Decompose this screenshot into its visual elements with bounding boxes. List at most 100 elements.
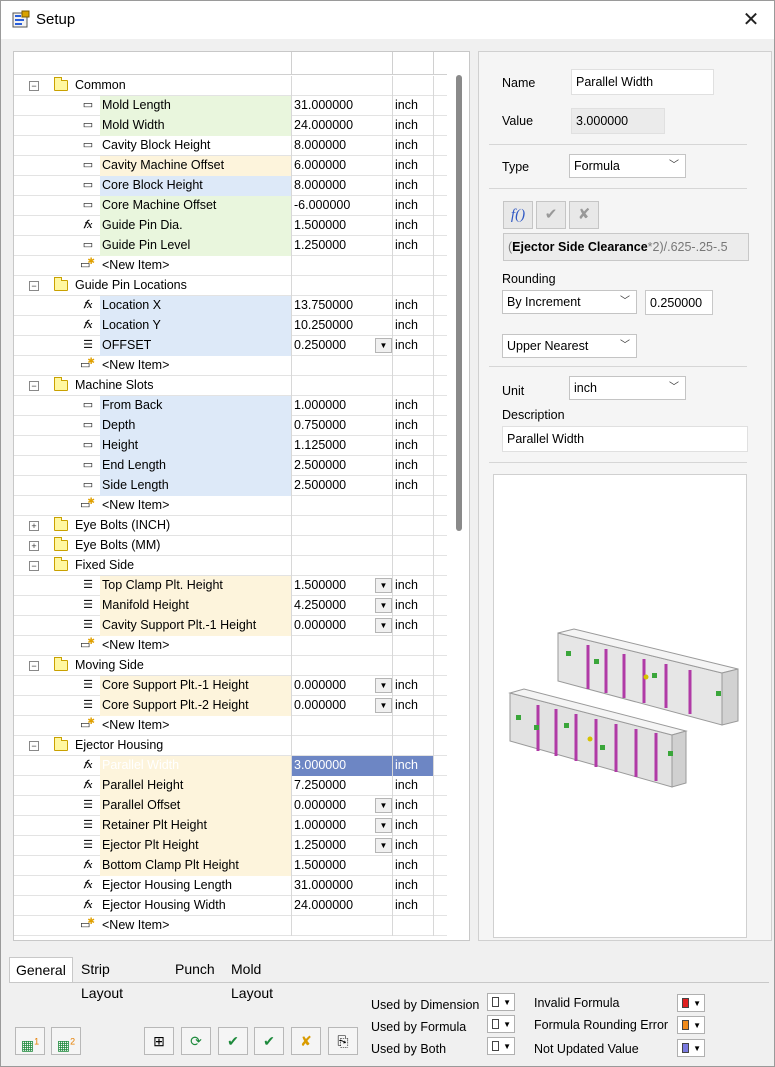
apply-back-button[interactable]: ✔ [218, 1027, 248, 1055]
value-cell[interactable]: 8.000000 [292, 176, 393, 196]
name-cell[interactable]: ▭✱ <New Item> [14, 716, 292, 736]
parameter-row[interactable]: 𝑓x Bottom Clamp Plt Height 1.500000 inch [14, 856, 447, 876]
expand-icon[interactable]: + [29, 541, 39, 551]
value-cell[interactable]: 4.250000 ▼ [292, 596, 393, 616]
new-item-row[interactable]: ▭✱ <New Item> [14, 356, 447, 376]
value-cell[interactable] [292, 736, 393, 756]
header-name-column[interactable] [14, 52, 292, 75]
new-item-row[interactable]: ▭✱ <New Item> [14, 916, 447, 936]
name-cell[interactable]: 𝑓x Location X [14, 296, 292, 316]
close-button[interactable]: ✕ [728, 1, 774, 39]
value-cell[interactable]: 3.000000 [292, 756, 393, 776]
name-cell[interactable]: ▭ Side Length [14, 476, 292, 496]
group-row[interactable]: + Eye Bolts (MM) [14, 536, 447, 556]
value-cell[interactable] [292, 376, 393, 396]
value-cell[interactable]: 1.125000 [292, 436, 393, 456]
parameter-row[interactable]: 𝑓x Location X 13.750000 inch [14, 296, 447, 316]
parameter-row[interactable]: ▭ Guide Pin Level 1.250000 inch [14, 236, 447, 256]
tab-general[interactable]: General [9, 957, 73, 983]
name-cell[interactable]: ▭✱ <New Item> [14, 636, 292, 656]
value-cell[interactable] [292, 496, 393, 516]
value-cell[interactable]: 2.500000 [292, 456, 393, 476]
value-cell[interactable] [292, 256, 393, 276]
parameter-row[interactable]: ☰ Cavity Support Plt.-1 Height 0.000000 ▼ in… [14, 616, 447, 636]
value-cell[interactable] [292, 636, 393, 656]
name-cell[interactable]: ▭✱ <New Item> [14, 496, 292, 516]
parameter-row[interactable]: ▭ Depth 0.750000 inch [14, 416, 447, 436]
name-cell[interactable]: ☰ Retainer Plt Height [14, 816, 292, 836]
value-cell[interactable]: 0.000000 ▼ [292, 676, 393, 696]
not-updated-value-color-picker[interactable]: ▼ [677, 1039, 705, 1057]
function-button[interactable]: f() [503, 201, 533, 229]
parameter-row[interactable]: ▭ Mold Length 31.000000 inch [14, 96, 447, 116]
value-dropdown-button[interactable]: ▼ [375, 578, 392, 593]
rounding-mode-select[interactable]: By Increment ﹀ [502, 290, 637, 314]
value-cell[interactable]: 13.750000 [292, 296, 393, 316]
name-cell[interactable]: 𝑓x Guide Pin Dia. [14, 216, 292, 236]
value-cell[interactable]: 1.250000 [292, 236, 393, 256]
name-cell[interactable]: ▭ Mold Length [14, 96, 292, 116]
collapse-icon[interactable]: − [29, 381, 39, 391]
value-cell[interactable] [292, 276, 393, 296]
parameter-row[interactable]: ☰ Core Support Plt.-2 Height 0.000000 ▼ inch [14, 696, 447, 716]
value-cell[interactable]: 1.250000 ▼ [292, 836, 393, 856]
parameter-row[interactable]: 𝑓x Parallel Height 7.250000 inch [14, 776, 447, 796]
value-cell[interactable]: 0.000000 ▼ [292, 696, 393, 716]
parameter-row[interactable]: 𝑓x Location Y 10.250000 inch [14, 316, 447, 336]
name-cell[interactable]: ☰ Cavity Support Plt.-1 Height [14, 616, 292, 636]
group-row[interactable]: − Machine Slots [14, 376, 447, 396]
name-cell[interactable]: ☰ Ejector Plt Height [14, 836, 292, 856]
name-cell[interactable]: − Guide Pin Locations [14, 276, 292, 296]
value-cell[interactable]: 8.000000 [292, 136, 393, 156]
used-by-formula-color-picker[interactable]: ▼ [487, 1015, 515, 1033]
name-cell[interactable]: 𝑓x Bottom Clamp Plt Height [14, 856, 292, 876]
value-cell[interactable] [292, 656, 393, 676]
expand-icon[interactable]: + [29, 521, 39, 531]
parameter-row[interactable]: ▭ Mold Width 24.000000 inch [14, 116, 447, 136]
parameter-row[interactable]: ☰ Top Clamp Plt. Height 1.500000 ▼ inch [14, 576, 447, 596]
name-cell[interactable]: ▭ From Back [14, 396, 292, 416]
new-item-label[interactable]: <New Item> [100, 256, 169, 276]
value-dropdown-button[interactable]: ▼ [375, 818, 392, 833]
group-row[interactable]: − Fixed Side [14, 556, 447, 576]
value-cell[interactable]: -6.000000 [292, 196, 393, 216]
tab-strip-layout[interactable]: Strip Layout [75, 957, 129, 1001]
group-row[interactable]: − Guide Pin Locations [14, 276, 447, 296]
new-item-row[interactable]: ▭✱ <New Item> [14, 256, 447, 276]
clear-formula-icon[interactable]: ✘ [569, 201, 599, 229]
value-cell[interactable] [292, 356, 393, 376]
used-by-both-color-picker[interactable]: ▼ [487, 1037, 515, 1055]
name-cell[interactable]: ▭ Cavity Block Height [14, 136, 292, 156]
parameter-row[interactable]: ▭ End Length 2.500000 inch [14, 456, 447, 476]
value-dropdown-button[interactable]: ▼ [375, 678, 392, 693]
name-cell[interactable]: − Moving Side [14, 656, 292, 676]
parameter-row[interactable]: ▭ Core Machine Offset -6.000000 inch [14, 196, 447, 216]
group-row[interactable]: − Moving Side [14, 656, 447, 676]
value-cell[interactable] [292, 556, 393, 576]
name-cell[interactable]: ▭ Core Machine Offset [14, 196, 292, 216]
new-item-label[interactable]: <New Item> [100, 916, 169, 936]
collapse-icon[interactable]: − [29, 281, 39, 291]
export-button[interactable]: ⎘ [328, 1027, 358, 1055]
type-select[interactable]: Formula ﹀ [569, 154, 686, 178]
grid-vertical-scrollbar[interactable] [448, 52, 469, 940]
tab-mold-layout[interactable]: Mold Layout [225, 957, 279, 1001]
name-cell[interactable]: ▭✱ <New Item> [14, 916, 292, 936]
ok-button[interactable]: ✔ [254, 1027, 284, 1055]
value-cell[interactable]: 31.000000 [292, 96, 393, 116]
new-item-row[interactable]: ▭✱ <New Item> [14, 636, 447, 656]
name-cell[interactable]: 𝑓x Location Y [14, 316, 292, 336]
new-item-label[interactable]: <New Item> [100, 356, 169, 376]
value-cell[interactable]: 1.000000 [292, 396, 393, 416]
name-cell[interactable]: ▭ End Length [14, 456, 292, 476]
parameter-row[interactable]: ▭ Height 1.125000 inch [14, 436, 447, 456]
name-cell[interactable]: − Common [14, 76, 292, 96]
parameter-grid[interactable]: − Common ▭ Mold Length 31.000000 inch ▭ Mold Wi… [13, 51, 470, 941]
value-cell[interactable]: 1.000000 ▼ [292, 816, 393, 836]
new-item-label[interactable]: <New Item> [100, 716, 169, 736]
value-cell[interactable]: 0.000000 ▼ [292, 796, 393, 816]
invalid-formula-color-picker[interactable]: ▼ [677, 994, 705, 1012]
value-cell[interactable]: 10.250000 [292, 316, 393, 336]
layout-grid-button[interactable]: ⊞ [144, 1027, 174, 1055]
name-cell[interactable]: − Fixed Side [14, 556, 292, 576]
